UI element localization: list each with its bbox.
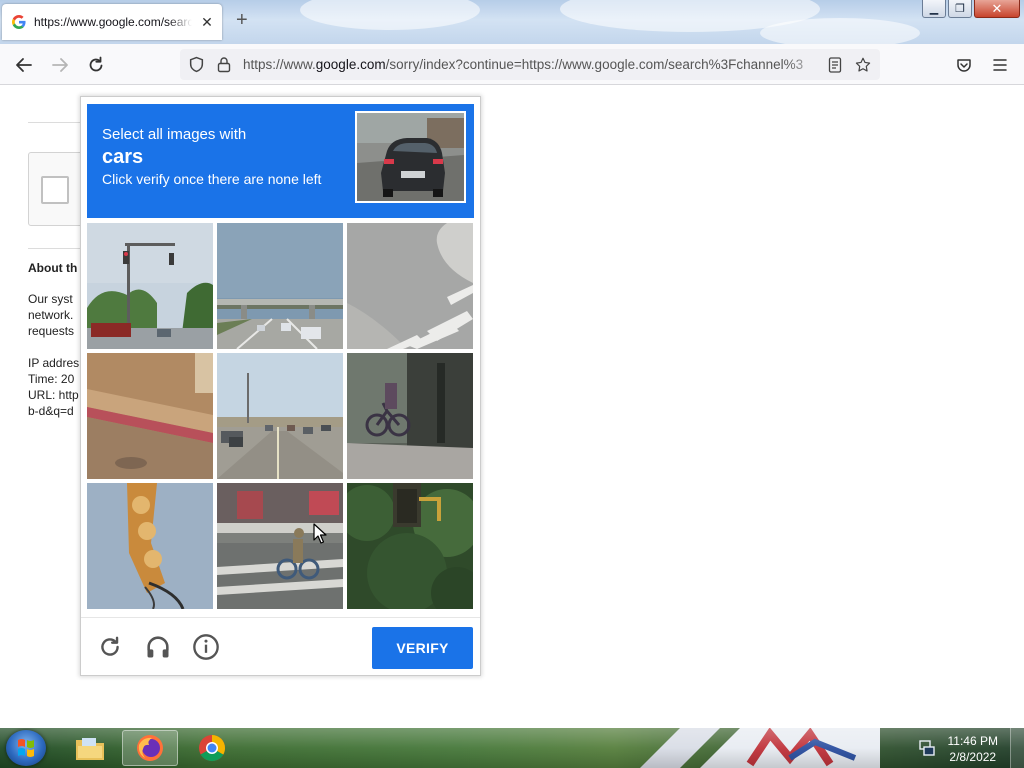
clock-date: 2/8/2022: [949, 750, 997, 764]
browser-tab[interactable]: https://www.google.com/search ✕: [2, 4, 222, 40]
reload-button[interactable]: [86, 55, 106, 75]
chrome-icon: [198, 734, 226, 762]
restore-button[interactable]: ❐: [948, 0, 972, 18]
tile-image: [347, 483, 473, 609]
instruction-text: Select all images with: [102, 126, 247, 143]
reload-icon: [101, 636, 119, 656]
headphones-icon: [147, 636, 169, 658]
tile-image: [87, 353, 213, 479]
taskbar-firefox[interactable]: [122, 730, 178, 766]
taskbar-clock[interactable]: 11:46 PM 2/8/2022: [948, 733, 998, 765]
url-host: google.com: [315, 57, 386, 72]
ip-address-line: IP addres: [28, 356, 80, 370]
captcha-tile-road-with-cars[interactable]: [217, 353, 343, 479]
pocket-icon: [957, 59, 971, 72]
about-heading: About th: [28, 261, 78, 275]
url-text[interactable]: https://www.google.com/sorry/index?conti…: [243, 57, 821, 72]
paragraph-line: requests: [28, 324, 75, 338]
close-window-button[interactable]: ✕: [974, 0, 1020, 18]
start-button[interactable]: [6, 730, 46, 766]
taskbar-chrome[interactable]: [184, 730, 240, 766]
reload-challenge-button[interactable]: [95, 632, 125, 662]
menu-button[interactable]: [990, 55, 1010, 75]
recaptcha-checkbox[interactable]: [41, 176, 69, 204]
shield-icon[interactable]: [188, 56, 205, 73]
captcha-challenge: Select all images with cars Click verify…: [80, 96, 481, 676]
new-tab-button[interactable]: +: [236, 10, 248, 30]
close-icon: ✕: [991, 0, 1003, 16]
captcha-tile-highway-overpass[interactable]: [217, 223, 343, 349]
tab-title: https://www.google.com/search: [34, 15, 192, 29]
minimize-button[interactable]: ▁: [922, 0, 946, 18]
url-continuation-line: b-d&q=d: [28, 404, 74, 418]
reload-icon: [89, 56, 103, 72]
time-line: Time: 20: [28, 372, 75, 386]
url-line: URL: http: [28, 388, 79, 402]
windows-logo-icon: [18, 739, 34, 757]
tile-image: [217, 223, 343, 349]
forward-arrow-icon: [52, 58, 68, 72]
help-button[interactable]: [191, 632, 221, 662]
folder-icon: [76, 738, 104, 760]
pocket-button[interactable]: [954, 55, 974, 75]
reader-view-icon[interactable]: [828, 57, 842, 73]
paragraph-line: Our syst: [28, 292, 73, 306]
tile-image: [87, 483, 213, 609]
divider: [28, 248, 88, 249]
instruction-hint: Click verify once there are none left: [102, 171, 322, 187]
system-tray: 11:46 PM 2/8/2022: [904, 728, 1024, 768]
captcha-image-grid: [87, 223, 474, 609]
navigation-toolbar: https://www.google.com/sorry/index?conti…: [0, 44, 1024, 85]
verify-button[interactable]: VERIFY: [372, 627, 473, 669]
sky-decoration: [300, 0, 480, 30]
captcha-tile-bicycle-wall[interactable]: [347, 353, 473, 479]
windows-taskbar: 11:46 PM 2/8/2022: [0, 728, 1024, 768]
info-icon: [193, 634, 219, 660]
lock-icon[interactable]: [216, 56, 232, 73]
paragraph-line: network.: [28, 308, 74, 322]
sample-image: [355, 111, 466, 203]
address-bar[interactable]: https://www.google.com/sorry/index?conti…: [180, 49, 880, 80]
show-desktop-button[interactable]: [1010, 728, 1024, 768]
captcha-instructions: Select all images with cars Click verify…: [87, 104, 474, 218]
tile-image: [87, 223, 213, 349]
url-path: /sorry/index?continue=https://www.google…: [385, 57, 804, 72]
captcha-tile-traffic-light-street[interactable]: [87, 223, 213, 349]
hamburger-menu-icon: [993, 59, 1007, 71]
back-button[interactable]: [14, 55, 34, 75]
taskbar-file-explorer[interactable]: [62, 730, 118, 766]
sample-car-image: [357, 113, 464, 201]
divider: [28, 122, 88, 123]
clock-time: 11:46 PM: [947, 734, 998, 748]
minimize-icon: ▁: [929, 3, 939, 15]
network-icon[interactable]: [918, 739, 936, 757]
tile-image: [217, 483, 343, 609]
tile-image: [347, 223, 473, 349]
tab-close-icon[interactable]: ✕: [200, 14, 214, 31]
browser-titlebar: https://www.google.com/search ✕ + ▁ ❐ ✕: [0, 0, 1024, 44]
mouse-pointer-icon: [313, 523, 327, 544]
firefox-icon: [137, 735, 163, 761]
bookmark-star-icon[interactable]: [854, 56, 872, 74]
target-object-text: cars: [102, 146, 144, 168]
audio-challenge-button[interactable]: [143, 632, 173, 662]
captcha-tile-traffic-light-closeup[interactable]: [87, 483, 213, 609]
window-controls: ▁ ❐ ✕: [922, 0, 1020, 18]
tile-image: [217, 353, 343, 479]
forward-button[interactable]: [50, 55, 70, 75]
captcha-tile-crosswalk-road[interactable]: [347, 223, 473, 349]
restore-icon: ❐: [955, 3, 965, 15]
sky-decoration: [760, 18, 920, 44]
google-favicon-icon: [12, 15, 26, 29]
tile-image: [347, 353, 473, 479]
captcha-tile-traffic-light-trees[interactable]: [347, 483, 473, 609]
back-arrow-icon: [16, 58, 32, 72]
url-prefix: https://www.: [243, 57, 316, 72]
captcha-tile-curb-closeup[interactable]: [87, 353, 213, 479]
captcha-tile-cyclist-crosswalk[interactable]: [217, 483, 343, 609]
captcha-footer: VERIFY: [81, 617, 480, 675]
